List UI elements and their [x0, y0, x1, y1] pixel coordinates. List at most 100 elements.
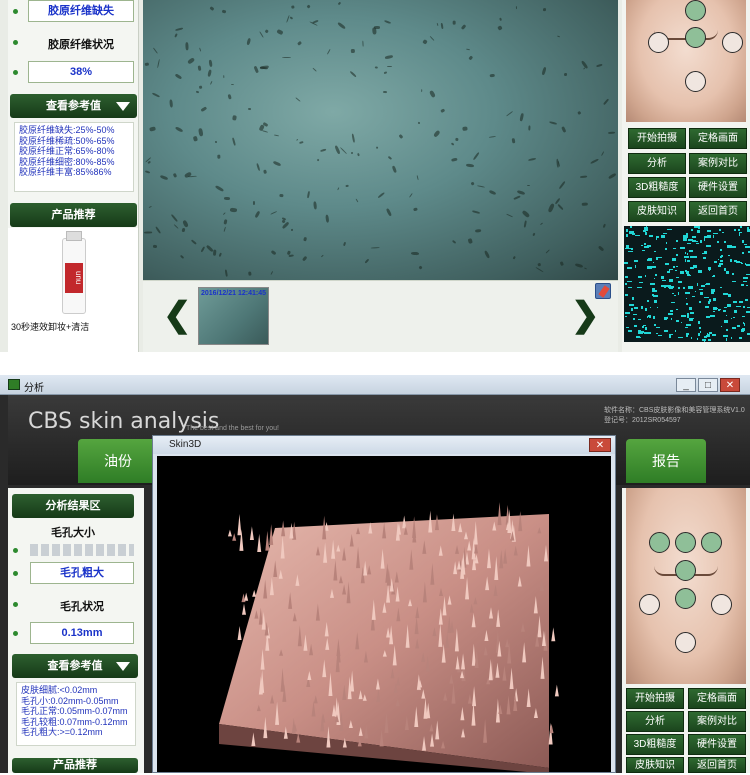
face-zone-right-cheek[interactable] [711, 594, 732, 615]
heatmap-speck [641, 250, 645, 252]
texture-speck [429, 90, 437, 98]
face-zone-nose-bridge[interactable] [675, 560, 696, 581]
next-arrow-icon[interactable]: ❯ [571, 295, 600, 335]
heatmap-speck [744, 263, 746, 265]
heatmap-speck [745, 285, 749, 287]
delete-image-icon[interactable] [595, 283, 611, 299]
collagen-heatmap [624, 226, 750, 342]
minimize-button[interactable]: _ [676, 378, 696, 392]
back-home-button[interactable]: 返回首页 [688, 757, 746, 773]
heatmap-speck [732, 272, 734, 276]
heatmap-speck [692, 236, 696, 238]
heatmap-speck [684, 259, 686, 262]
start-capture-button[interactable]: 开始拍摄 [628, 128, 686, 149]
back-home-button[interactable]: 返回首页 [689, 201, 747, 222]
texture-speck [362, 40, 365, 47]
skin3d-viewport[interactable] [157, 456, 611, 774]
heatmap-speck [643, 243, 647, 245]
heatmap-speck [627, 251, 633, 253]
heatmap-speck [637, 331, 641, 334]
texture-speck [174, 73, 183, 80]
maximize-button[interactable]: □ [698, 378, 718, 392]
dialog-close-button[interactable]: ✕ [589, 438, 611, 452]
view-reference-button[interactable]: 查看参考值 [10, 94, 137, 118]
heatmap-speck [664, 279, 666, 281]
roughness-3d-button[interactable]: 3D粗糙度 [626, 734, 684, 755]
tab-report[interactable]: 报告 [626, 439, 706, 483]
texture-speck [489, 73, 495, 77]
skin-knowledge-button[interactable]: 皮肤知识 [628, 201, 686, 222]
freeze-frame-button[interactable]: 定格画面 [688, 688, 746, 709]
face-zone-center-forehead[interactable] [675, 532, 696, 553]
texture-speck [597, 244, 605, 252]
prev-arrow-icon[interactable]: ❮ [163, 295, 192, 335]
tab-oil[interactable]: 油份 [78, 439, 158, 483]
heatmap-speck [684, 326, 688, 329]
texture-speck [326, 48, 331, 55]
hardware-settings-button[interactable]: 硬件设置 [689, 177, 747, 198]
analyze-button[interactable]: 分析 [628, 153, 686, 174]
heatmap-speck [690, 336, 692, 339]
heatmap-speck [649, 283, 655, 286]
captured-thumbnail[interactable]: 2016/12/21 12:41:45 [198, 287, 269, 345]
heatmap-speck [737, 229, 741, 231]
heatmap-speck [733, 301, 738, 304]
texture-speck [280, 194, 284, 199]
roughness-3d-button[interactable]: 3D粗糙度 [628, 177, 686, 198]
heatmap-speck [642, 326, 644, 329]
face-zone-forehead[interactable] [685, 0, 706, 21]
heatmap-speck [638, 318, 642, 321]
heatmap-speck [624, 261, 628, 264]
freeze-frame-button[interactable]: 定格画面 [689, 128, 747, 149]
product-recommend-button[interactable]: 产品推荐 [10, 203, 137, 227]
start-capture-button[interactable]: 开始拍摄 [626, 688, 684, 709]
face-zone-left-eye[interactable] [648, 32, 669, 53]
face-zone-left-forehead[interactable] [649, 532, 670, 553]
heatmap-speck [728, 293, 732, 297]
heatmap-speck [738, 231, 743, 234]
case-compare-button[interactable]: 案例对比 [689, 153, 747, 174]
face-zone-right-forehead[interactable] [701, 532, 722, 553]
texture-speck [149, 126, 157, 132]
texture-speck [148, 160, 152, 164]
texture-speck [229, 207, 237, 213]
texture-speck [452, 20, 456, 25]
heatmap-speck [678, 286, 681, 289]
heatmap-speck [723, 306, 728, 309]
face-zone-left-cheek[interactable] [639, 594, 660, 615]
heatmap-speck [730, 317, 732, 319]
heatmap-speck [738, 336, 742, 339]
face-zone-nose-bridge[interactable] [685, 27, 706, 48]
texture-speck [247, 107, 251, 110]
face-zone-right-eye[interactable] [722, 32, 743, 53]
heatmap-speck [678, 337, 684, 339]
skin-knowledge-button[interactable]: 皮肤知识 [626, 757, 684, 773]
face-zone-chin[interactable] [675, 632, 696, 653]
surface-spike [548, 722, 553, 745]
texture-speck [489, 135, 496, 138]
texture-speck [351, 133, 356, 143]
product-card[interactable]: unu 30秒速效卸妆+清洁 [8, 228, 138, 352]
heatmap-speck [736, 261, 740, 264]
texture-speck [339, 146, 347, 154]
window-close-button[interactable]: ✕ [720, 378, 740, 392]
heatmap-speck [718, 228, 722, 231]
heatmap-speck [703, 339, 706, 342]
face-zone-chin[interactable] [685, 71, 706, 92]
heatmap-speck [712, 235, 714, 239]
case-compare-button[interactable]: 案例对比 [688, 711, 746, 732]
heatmap-speck [704, 297, 709, 299]
texture-speck [603, 99, 610, 106]
heatmap-speck [695, 240, 699, 243]
hardware-settings-button[interactable]: 硬件设置 [688, 734, 746, 755]
texture-speck [346, 184, 349, 188]
pore-size-label: 毛孔大小 [51, 527, 95, 539]
heatmap-speck [685, 298, 687, 300]
view-reference-button[interactable]: 查看参考值 [12, 654, 138, 678]
product-recommend-button[interactable]: 产品推荐 [12, 758, 138, 773]
texture-speck [541, 66, 547, 76]
face-zone-nose-tip[interactable] [675, 588, 696, 609]
registration-number: 登记号：2012SR054597 [604, 417, 681, 424]
analyze-button[interactable]: 分析 [626, 711, 684, 732]
heatmap-speck [746, 311, 750, 314]
